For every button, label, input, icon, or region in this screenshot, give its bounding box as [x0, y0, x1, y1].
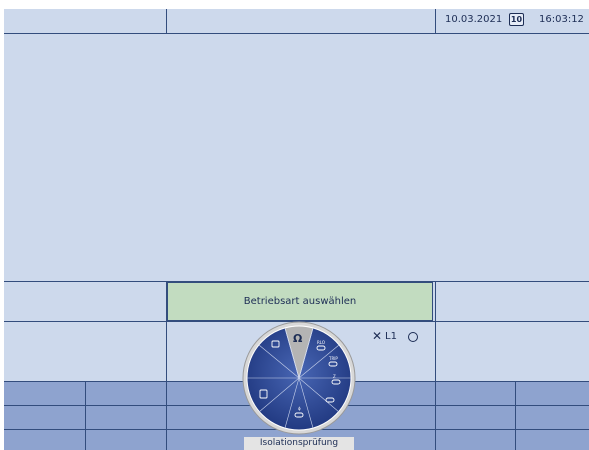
- calendar-icon[interactable]: 10: [509, 13, 524, 26]
- select-mode-label: Betriebsart auswählen: [243, 296, 357, 307]
- svg-text:RLO: RLO: [317, 340, 325, 345]
- table-col-line: [515, 381, 516, 450]
- probe-cross-icon: ✕: [372, 329, 383, 343]
- select-mode-button[interactable]: Betriebsart auswählen: [167, 282, 433, 321]
- probe-l1-label: L1: [385, 331, 397, 342]
- header-divider-2: [435, 9, 436, 33]
- svg-text:ϕ: ϕ: [298, 406, 301, 411]
- table-col-line: [166, 381, 167, 450]
- probe-status-circle-icon: [408, 332, 418, 342]
- mode-dial[interactable]: RLO TRIP Z ϕ Ω: [241, 320, 357, 450]
- svg-text:Z: Z: [333, 374, 336, 379]
- row2-divider-right: [435, 321, 436, 381]
- header-divider-1: [166, 9, 167, 33]
- mode-dial-graphic: RLO TRIP Z ϕ Ω: [242, 321, 356, 435]
- insulation-test-icon: Ω: [293, 332, 303, 345]
- header-time: 16:03:12: [539, 14, 584, 25]
- dial-caption: Isolationsprüfung: [244, 437, 354, 450]
- table-col-line: [435, 381, 436, 450]
- row2-divider-left: [166, 321, 167, 381]
- header-date: 10.03.2021: [445, 14, 503, 25]
- svg-text:TRIP: TRIP: [328, 356, 338, 361]
- main-content-area: [4, 34, 589, 281]
- instrument-screen: 10.03.2021 10 16:03:12 Betriebsart auswä…: [4, 9, 589, 450]
- mode-row-divider-right: [435, 281, 436, 322]
- table-col-line: [85, 381, 86, 450]
